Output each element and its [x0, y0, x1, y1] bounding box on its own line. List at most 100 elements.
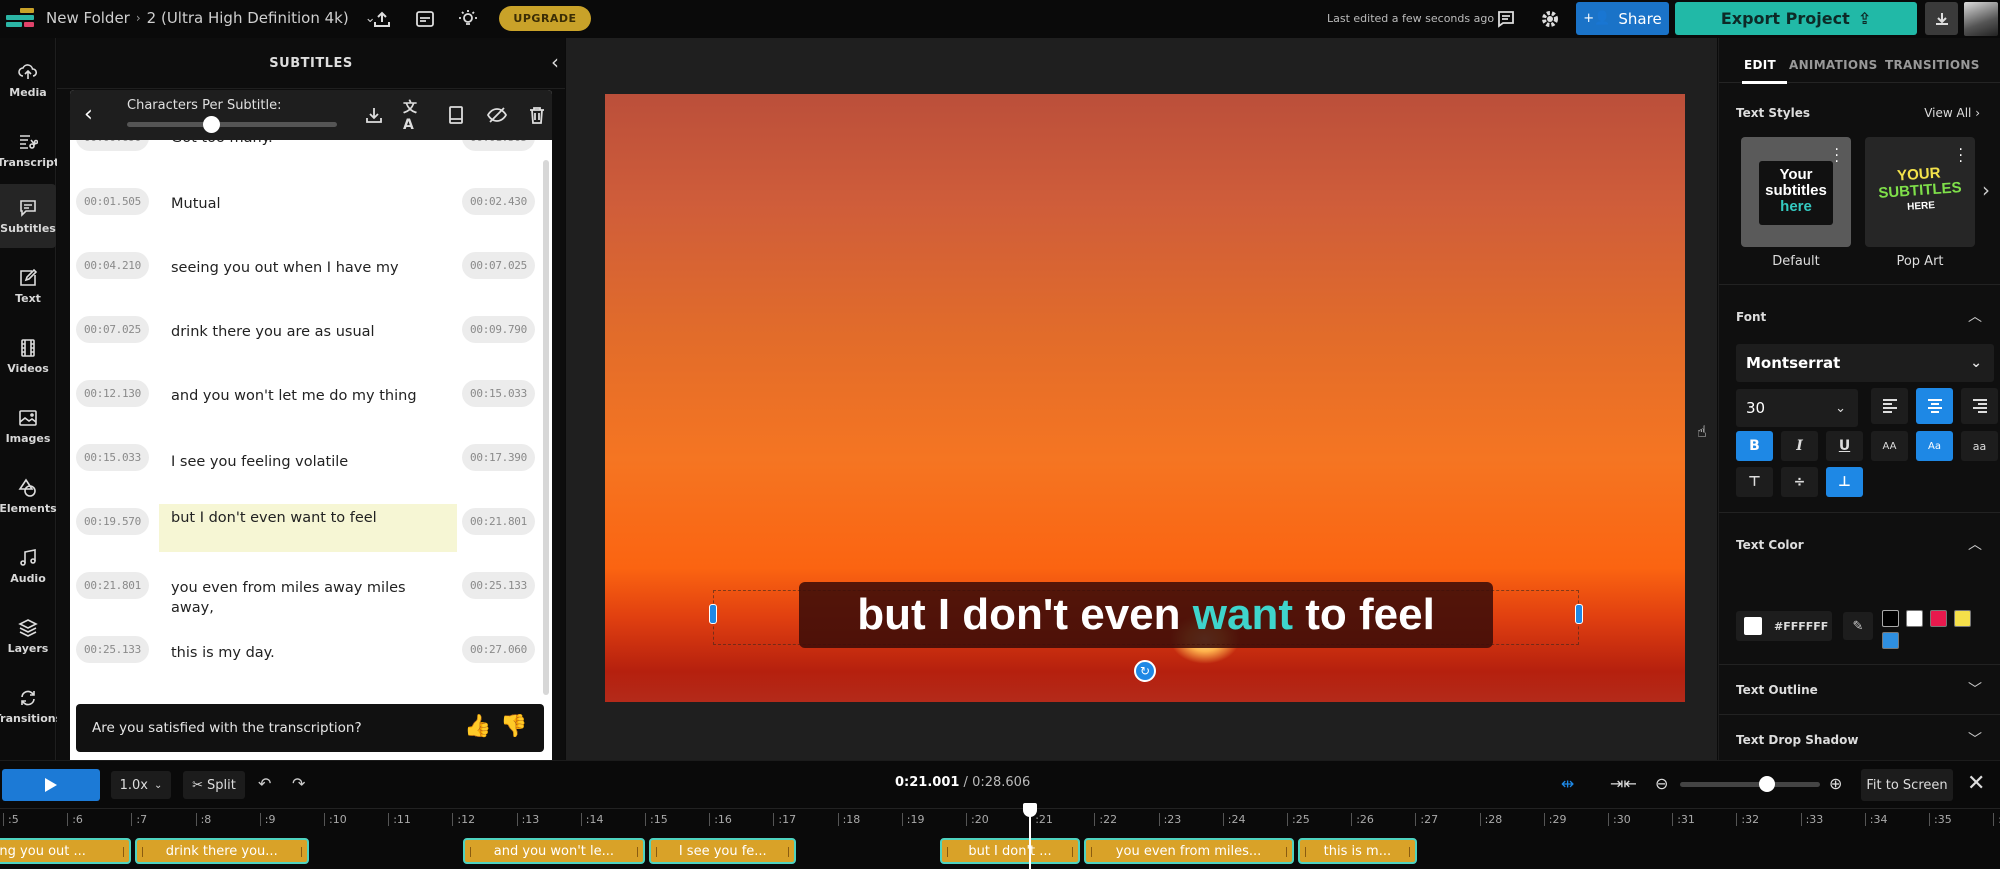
download-button[interactable]	[1925, 2, 1958, 35]
split-button[interactable]: ✂ Split	[183, 771, 245, 799]
thumbs-up-icon[interactable]: 👍	[464, 714, 491, 739]
translate-button[interactable]: 文A	[403, 100, 427, 133]
subtitle-text[interactable]: drink there you are as usual	[159, 318, 457, 346]
subtitle-row[interactable]: 00:01.505 Mutual 00:02.430	[70, 188, 540, 244]
close-timeline-icon[interactable]: ✕	[1967, 771, 1985, 796]
subtitle-clip[interactable]: ng you out ...	[0, 838, 132, 864]
sidebar-item-subtitles[interactable]: Subtitles	[0, 184, 56, 248]
undo-icon[interactable]: ↶	[258, 774, 271, 793]
chevron-right-icon[interactable]: ›	[1982, 178, 1990, 202]
underline-button[interactable]: U	[1826, 431, 1863, 461]
subtitle-clip[interactable]: and you won't le...	[462, 838, 646, 864]
lowercase-button[interactable]: aa	[1961, 431, 1998, 461]
chevron-up-icon[interactable]: ︿	[1968, 534, 1982, 554]
tab-edit[interactable]: EDIT	[1744, 58, 1776, 72]
tab-animations[interactable]: ANIMATIONS	[1789, 58, 1878, 72]
start-time[interactable]: 00:19.570	[76, 508, 149, 535]
styles-book-button[interactable]	[444, 103, 468, 127]
start-time[interactable]: 00:12.130	[76, 380, 149, 407]
app-logo[interactable]	[6, 8, 34, 30]
align-center-button[interactable]	[1916, 388, 1953, 424]
delete-subtitles-button[interactable]	[525, 103, 549, 127]
italic-button[interactable]: I	[1781, 431, 1818, 461]
start-time[interactable]: 00:25.133	[76, 636, 149, 663]
uppercase-button[interactable]: AA	[1871, 431, 1908, 461]
start-time[interactable]: 00:01.505	[76, 188, 149, 215]
swatch-black[interactable]	[1882, 610, 1899, 627]
fit-to-screen-button[interactable]: Fit to Screen	[1861, 769, 1953, 801]
subtitle-text[interactable]: I see you feeling volatile	[159, 448, 457, 476]
playback-speed-select[interactable]: 1.0x ⌄	[111, 771, 171, 799]
upload-icon[interactable]	[369, 6, 395, 32]
subtitle-row[interactable]: 00:15.033 I see you feeling volatile 00:…	[70, 444, 540, 500]
font-size-select[interactable]: 30 ⌄	[1736, 389, 1858, 427]
time-ruler[interactable]: :5:6:7:8:9:10:11:12:13:14:15:16:17:18:19…	[0, 808, 2000, 828]
subtitle-row-partial[interactable]: 00:00.690 Got too many. 00:01.505	[70, 140, 540, 180]
text-outline-heading[interactable]: Text Outline	[1736, 683, 1818, 697]
slider-thumb[interactable]	[203, 116, 220, 133]
sidebar-item-videos[interactable]: Videos	[0, 324, 56, 388]
sidebar-item-text[interactable]: Text	[0, 254, 56, 318]
subtitle-row-active[interactable]: 00:19.570 but I don't even want to feel …	[70, 504, 540, 564]
subtitle-text[interactable]: Mutual	[159, 190, 457, 218]
subtitle-caption[interactable]: but I don't even want to feel	[799, 582, 1493, 648]
subtitle-list-scrollbar[interactable]	[543, 160, 549, 695]
sidebar-item-images[interactable]: Images	[0, 394, 56, 458]
align-right-button[interactable]	[1961, 388, 1998, 424]
subtitle-clip[interactable]: you even from miles...	[1083, 838, 1294, 864]
sidebar-item-transcript[interactable]: Transcript	[0, 118, 59, 182]
start-time[interactable]: 00:07.025	[76, 316, 149, 343]
subtitle-row[interactable]: 00:12.130 and you won't let me do my thi…	[70, 380, 540, 436]
start-time[interactable]: 00:04.210	[76, 252, 149, 279]
subtitle-text[interactable]: seeing you out when I have my	[159, 254, 457, 282]
swatch-white[interactable]	[1906, 610, 1923, 627]
subtitle-text[interactable]: this is my day.	[159, 639, 457, 667]
lightbulb-icon[interactable]	[455, 6, 481, 32]
sidebar-item-elements[interactable]: Elements	[0, 464, 57, 528]
style-card-default[interactable]: · · · Your subtitles here	[1741, 137, 1851, 247]
chevron-up-icon[interactable]: ︿	[1968, 306, 1982, 326]
chevron-down-icon[interactable]: ﹀	[1968, 679, 1982, 699]
tab-transitions[interactable]: TRANSITIONS	[1885, 58, 1980, 72]
more-options-icon[interactable]: · · ·	[1835, 143, 1839, 169]
sidebar-item-audio[interactable]: Audio	[0, 534, 56, 598]
more-options-icon[interactable]: · · ·	[1959, 143, 1963, 169]
sidebar-item-media[interactable]: Media	[0, 48, 56, 112]
redo-icon[interactable]: ↷	[292, 774, 305, 793]
subtitle-clip[interactable]: drink there you...	[135, 838, 309, 864]
start-time[interactable]: 00:21.801	[76, 572, 149, 599]
share-button[interactable]: +👤 Share	[1576, 2, 1669, 35]
font-family-select[interactable]: Montserrat ⌄	[1736, 344, 1994, 382]
eyedropper-button[interactable]: ✎	[1843, 612, 1873, 640]
resize-handle-right[interactable]	[1575, 604, 1583, 624]
zoom-in-icon[interactable]: ⊕	[1829, 774, 1842, 793]
align-left-button[interactable]	[1871, 388, 1908, 424]
upgrade-button[interactable]: UPGRADE	[499, 6, 591, 31]
hide-subtitles-button[interactable]	[485, 103, 509, 127]
resize-handle-left[interactable]	[709, 604, 717, 624]
end-time[interactable]: 00:02.430	[462, 188, 535, 215]
text-color-input[interactable]: #FFFFFF	[1736, 611, 1832, 641]
video-canvas[interactable]: but I don't even want to feel ↻	[605, 94, 1685, 702]
valign-middle-button[interactable]: ÷	[1781, 467, 1818, 497]
sidebar-item-transitions[interactable]: Transitions	[0, 674, 62, 738]
fit-width-icon[interactable]: ⇥⇤	[1610, 774, 1637, 793]
valign-bottom-button[interactable]: ⊥	[1826, 467, 1863, 497]
end-time[interactable]: 00:01.505	[462, 140, 535, 151]
subtitle-text[interactable]: you even from miles away miles away,	[159, 574, 457, 622]
snap-icon[interactable]: ⇹	[1561, 774, 1574, 793]
gear-icon[interactable]	[1537, 6, 1563, 32]
subtitle-row[interactable]: 00:07.025 drink there you are as usual 0…	[70, 316, 540, 372]
sidebar-item-layers[interactable]: Layers	[0, 604, 56, 668]
end-time[interactable]: 00:17.390	[462, 444, 535, 471]
valign-top-button[interactable]: ⊤	[1736, 467, 1773, 497]
capitalize-button[interactable]: Aa	[1916, 431, 1953, 461]
swatch-yellow[interactable]	[1954, 610, 1971, 627]
bold-button[interactable]: B	[1736, 431, 1773, 461]
slider-thumb[interactable]	[1758, 776, 1775, 792]
text-drop-shadow-heading[interactable]: Text Drop Shadow	[1736, 733, 1858, 747]
collapse-panel-button[interactable]: ‹	[551, 50, 559, 74]
subtitle-text[interactable]: but I don't even want to feel	[159, 504, 457, 552]
export-project-button[interactable]: Export Project ⇪	[1675, 2, 1917, 35]
thumbs-down-icon[interactable]: 👎	[500, 714, 527, 739]
